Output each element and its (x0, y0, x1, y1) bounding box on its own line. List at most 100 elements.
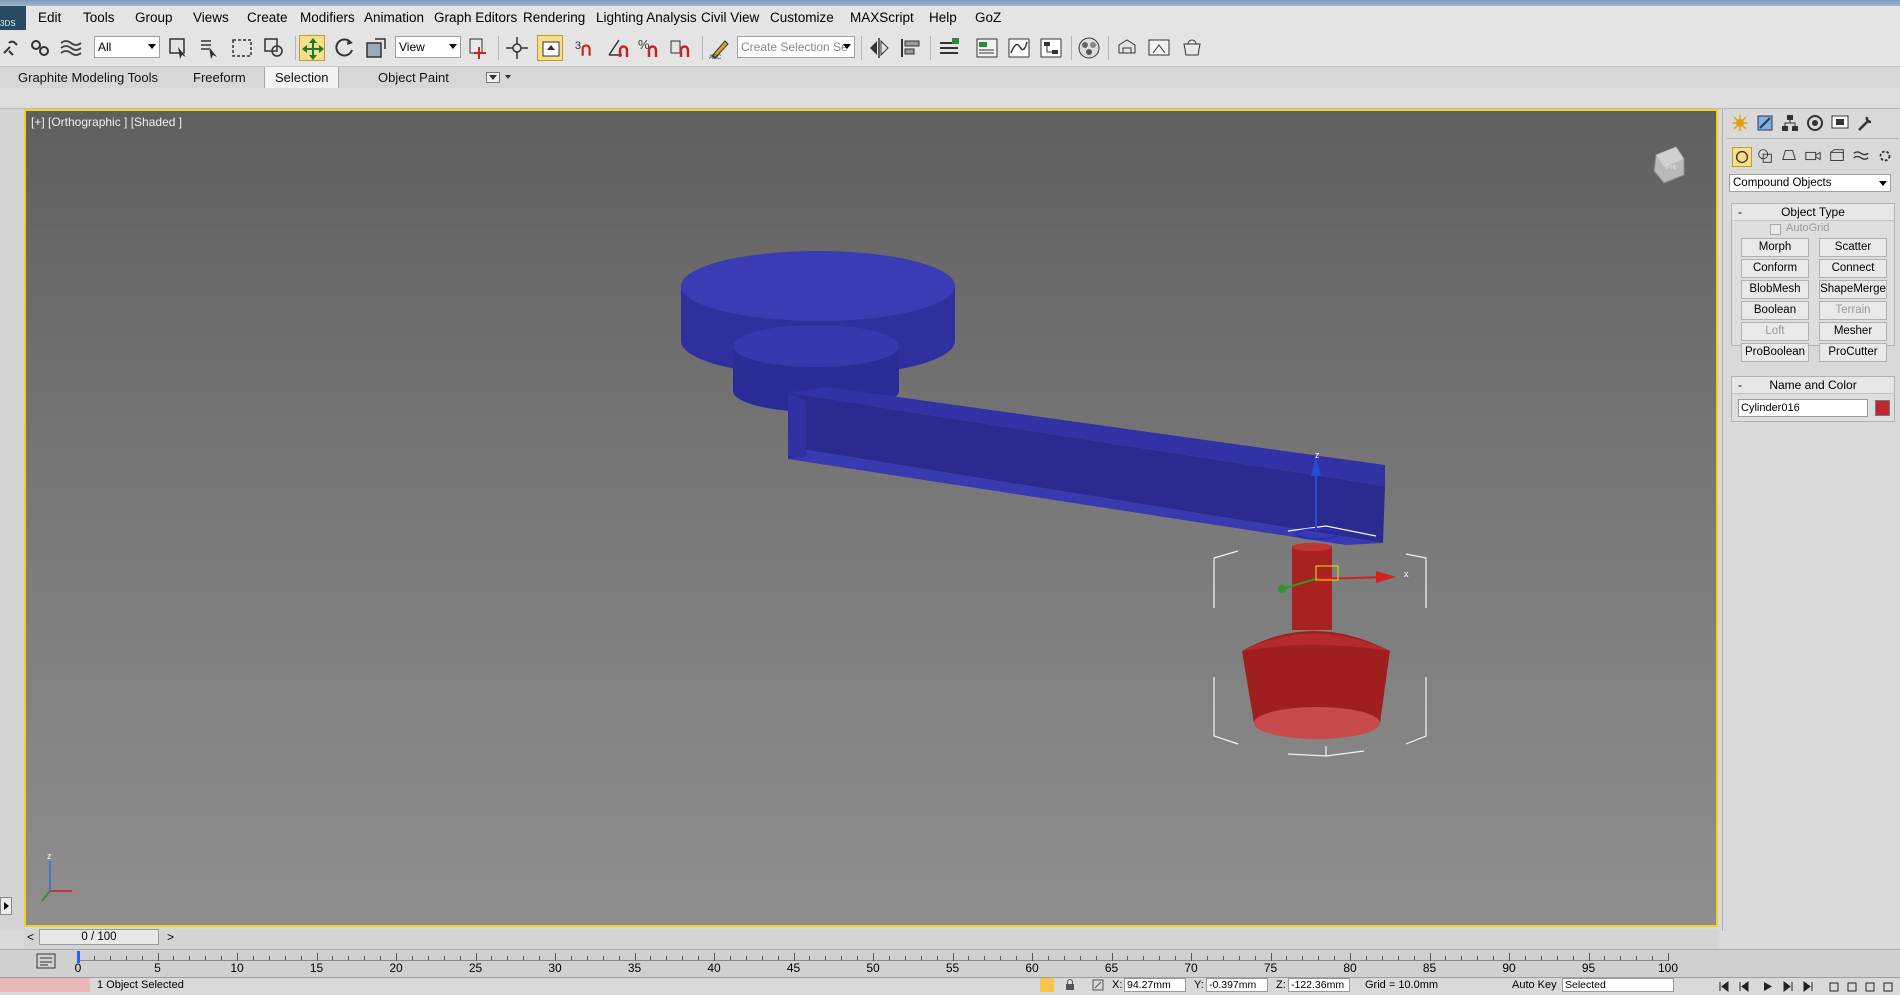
app-logo-button[interactable]: 3DS (0, 6, 26, 30)
cameras-icon[interactable] (1804, 147, 1822, 165)
key-mode-dropdown[interactable]: Selected (1562, 978, 1674, 992)
auto-key-button[interactable]: Auto Key (1512, 979, 1557, 991)
mirror-icon[interactable] (866, 35, 892, 61)
reference-coordinate-dropdown[interactable]: View (395, 36, 461, 58)
move-icon[interactable] (299, 35, 325, 61)
perspective-viewport[interactable]: [+] [Orthographic ] [Shaded ] z x Fnt z … (24, 109, 1718, 927)
menu-tools[interactable]: Tools (83, 10, 115, 25)
space-warps-icon[interactable] (1852, 147, 1870, 165)
y-coord-field[interactable]: -0.397mm (1206, 978, 1268, 992)
z-coord-field[interactable]: -122.36mm (1288, 978, 1350, 992)
menu-customize[interactable]: Customize (770, 10, 834, 25)
isolate-selection-icon[interactable] (1040, 978, 1054, 992)
link-icon[interactable] (0, 35, 26, 61)
time-prev-button[interactable]: < (27, 930, 34, 944)
percent-snap-icon[interactable]: % (637, 35, 663, 61)
playback-controls[interactable] (1716, 980, 1896, 992)
rendered-frame-window-icon[interactable] (1146, 35, 1172, 61)
object-type-header[interactable]: - Object Type (1732, 204, 1894, 221)
object-name-field[interactable] (1738, 399, 1868, 417)
utilities-tab-icon[interactable] (1855, 113, 1875, 133)
material-editor-icon[interactable] (1076, 35, 1102, 61)
menu-views[interactable]: Views (193, 10, 229, 25)
connect-button[interactable]: Connect (1819, 259, 1887, 278)
pivot-center-icon[interactable] (466, 35, 492, 61)
menu-civil-view[interactable]: Civil View (701, 10, 759, 25)
menu-lighting-analysis[interactable]: Lighting Analysis (596, 10, 697, 25)
motion-tab-icon[interactable] (1805, 113, 1825, 133)
create-tab-icon[interactable] (1730, 113, 1750, 133)
autogrid-checkbox[interactable] (1770, 224, 1781, 235)
keyboard-shortcut-override-icon[interactable] (537, 35, 563, 61)
absolute-mode-icon[interactable] (1092, 979, 1104, 991)
scene-explorer-icon[interactable] (974, 35, 1000, 61)
spinner-snap-icon[interactable] (668, 35, 694, 61)
bind-space-warp-icon[interactable] (58, 35, 84, 61)
shapes-icon[interactable] (1756, 147, 1774, 165)
helpers-icon[interactable] (1828, 147, 1846, 165)
systems-icon[interactable] (1876, 147, 1894, 165)
hierarchy-tab-icon[interactable] (1780, 113, 1800, 133)
named-selection-sets-dropdown[interactable]: Create Selection Se (737, 36, 855, 58)
menu-rendering[interactable]: Rendering (523, 10, 585, 25)
chevron-down-icon[interactable] (505, 75, 511, 79)
menu-create[interactable]: Create (247, 10, 288, 25)
edit-named-selection-icon[interactable]: ABC (707, 35, 733, 61)
selection-filter-dropdown[interactable]: All (94, 36, 160, 58)
track-bar[interactable]: 0 5 10 15 20 25 30 35 40 45 50 55 60 65 70 75 80 85 90 95 10… (0, 949, 1900, 978)
render-production-icon[interactable] (1179, 35, 1205, 61)
blobmesh-button[interactable]: BlobMesh (1741, 280, 1809, 299)
unlink-icon[interactable] (27, 35, 53, 61)
scatter-button[interactable]: Scatter (1819, 238, 1887, 257)
tab-freeform[interactable]: Freeform (183, 67, 256, 88)
proboolean-button[interactable]: ProBoolean (1741, 343, 1809, 362)
rotate-icon[interactable] (331, 35, 357, 61)
name-and-color-header[interactable]: - Name and Color (1732, 377, 1894, 394)
terrain-button[interactable]: Terrain (1819, 301, 1887, 320)
schematic-view-icon[interactable] (1038, 35, 1064, 61)
time-slider[interactable]: < 0 / 100 > (24, 929, 1718, 949)
geometry-icon[interactable] (1732, 147, 1752, 167)
render-setup-icon[interactable] (1114, 35, 1140, 61)
menu-goz[interactable]: GoZ (975, 10, 1001, 25)
menu-graph-editors[interactable]: Graph Editors (434, 10, 517, 25)
expand-panel-button[interactable] (0, 897, 12, 915)
menu-modifiers[interactable]: Modifiers (300, 10, 355, 25)
object-color-swatch[interactable] (1875, 400, 1890, 416)
lights-icon[interactable] (1780, 147, 1798, 165)
category-dropdown[interactable]: Compound Objects (1729, 174, 1891, 192)
menu-animation[interactable]: Animation (364, 10, 424, 25)
x-coord-field[interactable]: 94.27mm (1124, 978, 1186, 992)
mini-curve-editor-icon[interactable] (36, 952, 56, 970)
snaps-toggle-icon[interactable]: 3 (574, 35, 604, 61)
procutter-button[interactable]: ProCutter (1819, 343, 1887, 362)
tab-graphite-modeling-tools[interactable]: Graphite Modeling Tools (8, 67, 168, 88)
morph-button[interactable]: Morph (1741, 238, 1809, 257)
tab-selection[interactable]: Selection (264, 67, 340, 88)
ribbon-options-button[interactable] (486, 72, 500, 83)
display-tab-icon[interactable] (1830, 113, 1850, 133)
mesher-button[interactable]: Mesher (1819, 322, 1887, 341)
shapemerge-button[interactable]: ShapeMerge (1819, 280, 1887, 299)
time-next-button[interactable]: > (167, 930, 174, 944)
align-icon[interactable] (898, 35, 924, 61)
viewcube[interactable]: Fnt (1653, 146, 1685, 184)
menu-edit[interactable]: Edit (38, 10, 61, 25)
time-slider-thumb[interactable]: 0 / 100 (39, 929, 159, 945)
loft-button[interactable]: Loft (1741, 322, 1809, 341)
scale-icon[interactable] (363, 35, 389, 61)
rectangular-selection-icon[interactable] (229, 35, 255, 61)
menu-maxscript[interactable]: MAXScript (850, 10, 914, 25)
scene-3d[interactable]: z x Fnt z x (26, 111, 1716, 925)
layer-manager-icon[interactable] (936, 35, 962, 61)
angle-snap-icon[interactable] (606, 35, 632, 61)
menu-group[interactable]: Group (135, 10, 173, 25)
modify-tab-icon[interactable] (1755, 113, 1775, 133)
current-frame-marker[interactable] (77, 951, 80, 963)
maxscript-listener-mini[interactable] (0, 978, 90, 992)
boolean-button[interactable]: Boolean (1741, 301, 1809, 320)
conform-button[interactable]: Conform (1741, 259, 1809, 278)
window-crossing-icon[interactable] (261, 35, 287, 61)
select-and-manipulate-icon[interactable] (504, 35, 530, 61)
tab-object-paint[interactable]: Object Paint (368, 67, 459, 88)
